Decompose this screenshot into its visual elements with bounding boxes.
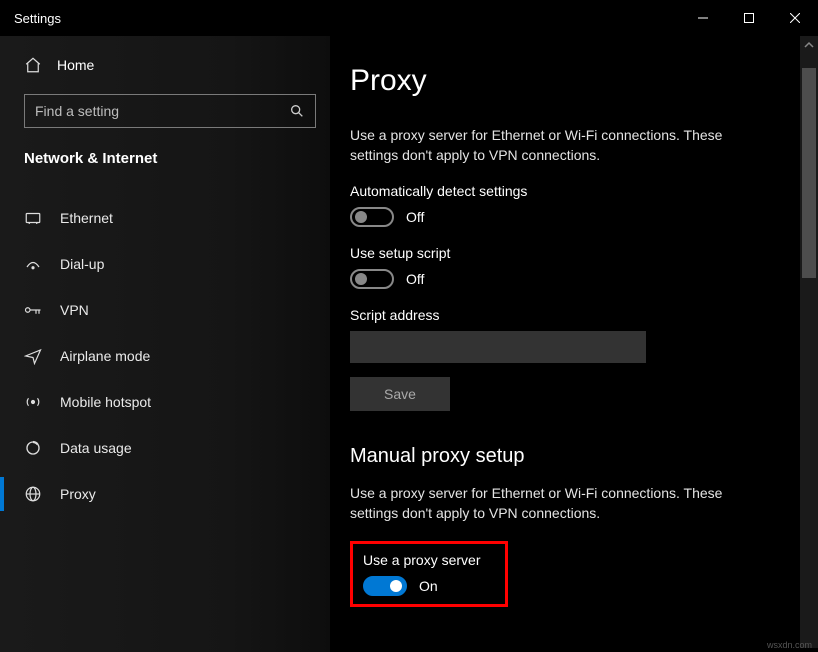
use-script-toggle[interactable] <box>350 269 394 289</box>
auto-detect-label: Automatically detect settings <box>350 183 798 199</box>
ethernet-icon <box>24 209 42 227</box>
maximize-button[interactable] <box>726 0 772 36</box>
use-script-label: Use setup script <box>350 245 798 261</box>
proxy-icon <box>24 485 42 503</box>
hotspot-icon <box>24 393 42 411</box>
home-nav[interactable]: Home <box>0 46 330 84</box>
sidebar-item-hotspot[interactable]: Mobile hotspot <box>0 379 330 425</box>
use-proxy-toggle[interactable] <box>363 576 407 596</box>
sidebar-item-label: Data usage <box>60 440 132 456</box>
page-title: Proxy <box>350 64 798 98</box>
scroll-up-arrow[interactable] <box>800 36 818 54</box>
datausage-icon <box>24 439 42 457</box>
script-address-input[interactable] <box>350 331 646 363</box>
sidebar-item-label: Dial-up <box>60 256 104 272</box>
search-icon <box>289 103 305 119</box>
sidebar-item-airplane[interactable]: Airplane mode <box>0 333 330 379</box>
sidebar-item-vpn[interactable]: VPN <box>0 287 330 333</box>
dialup-icon <box>24 255 42 273</box>
window-title: Settings <box>14 11 61 26</box>
search-field[interactable] <box>24 94 316 128</box>
sidebar-item-dialup[interactable]: Dial-up <box>0 241 330 287</box>
use-proxy-state: On <box>419 578 438 594</box>
save-button[interactable]: Save <box>350 377 450 411</box>
highlight-box: Use a proxy server On <box>350 541 508 607</box>
scrollbar-thumb[interactable] <box>802 68 816 278</box>
home-icon <box>24 56 42 74</box>
vpn-icon <box>24 301 42 319</box>
manual-section-title: Manual proxy setup <box>350 445 798 468</box>
vertical-scrollbar[interactable] <box>800 36 818 648</box>
sidebar-item-label: Proxy <box>60 486 96 502</box>
use-proxy-label: Use a proxy server <box>363 552 495 568</box>
sidebar-item-proxy[interactable]: Proxy <box>0 471 330 517</box>
auto-detect-state: Off <box>406 209 424 225</box>
sidebar-item-datausage[interactable]: Data usage <box>0 425 330 471</box>
auto-description: Use a proxy server for Ethernet or Wi-Fi… <box>350 126 770 165</box>
use-script-state: Off <box>406 271 424 287</box>
sidebar-item-ethernet[interactable]: Ethernet <box>0 195 330 241</box>
minimize-button[interactable] <box>680 0 726 36</box>
sidebar-item-label: Ethernet <box>60 210 113 226</box>
close-button[interactable] <box>772 0 818 36</box>
sidebar-item-label: Mobile hotspot <box>60 394 151 410</box>
home-label: Home <box>57 57 94 73</box>
auto-detect-toggle[interactable] <box>350 207 394 227</box>
search-input[interactable] <box>35 103 289 119</box>
airplane-icon <box>24 347 42 365</box>
script-address-label: Script address <box>350 307 798 323</box>
watermark: wsxdn.com <box>767 640 812 650</box>
sidebar-item-label: Airplane mode <box>60 348 150 364</box>
category-heading: Network & Internet <box>0 134 330 177</box>
manual-description: Use a proxy server for Ethernet or Wi-Fi… <box>350 484 770 523</box>
sidebar-item-label: VPN <box>60 302 89 318</box>
